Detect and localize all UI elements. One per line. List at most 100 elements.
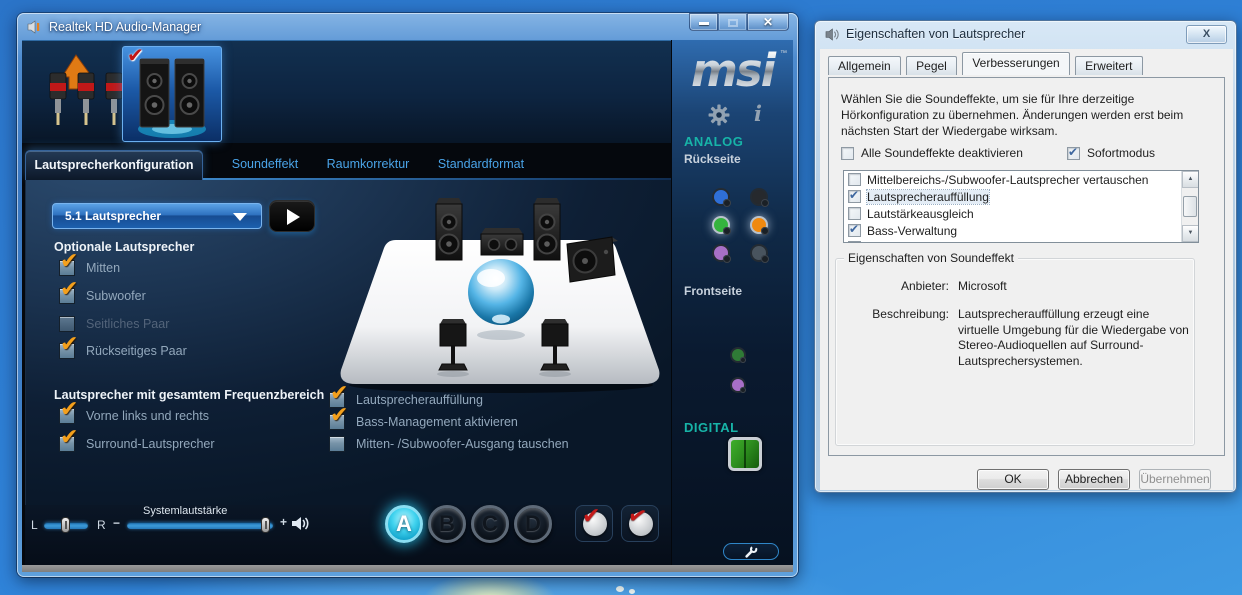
settings-wrench-button[interactable]: [723, 543, 779, 560]
apply-profile-button[interactable]: ✔: [575, 504, 613, 542]
tab-standardformat[interactable]: Standardformat: [427, 150, 535, 178]
checkbox-box: [329, 436, 345, 452]
checkbox-box: [59, 397, 78, 424]
front-panel-label: Frontseite: [684, 284, 743, 298]
scroll-down-button[interactable]: ▼: [1182, 225, 1198, 242]
checkbox-box: [848, 239, 861, 242]
checkbox-box: [59, 249, 78, 276]
maximize-button[interactable]: [718, 13, 747, 31]
volume-slider[interactable]: [127, 517, 273, 533]
checkbox-subwoofer[interactable]: Subwoofer: [59, 277, 146, 304]
checkbox-sub-ausgang-tauschen[interactable]: Mitten- /Subwoofer-Ausgang tauschen: [329, 436, 569, 452]
effects-listbox[interactable]: Mittelbereichs-/Subwoofer-Lautsprecher v…: [843, 170, 1199, 243]
msi-logo: msi: [672, 44, 793, 97]
subwoofer: [566, 236, 618, 283]
ok-button[interactable]: OK: [977, 469, 1049, 490]
back-panel-label: Rückseite: [684, 152, 741, 166]
checkbox-box: [329, 403, 348, 430]
jack-orange-center-sub[interactable]: [752, 218, 769, 235]
dialog-titlebar[interactable]: Eigenschaften von Lautsprecher: [825, 27, 1025, 41]
intro-text: Wählen Sie die Soundeffekte, um sie für …: [841, 92, 1184, 138]
enhancements-tab-page: Wählen Sie die Soundeffekte, um sie für …: [828, 77, 1225, 456]
checkbox-box: [841, 146, 854, 160]
checkbox-box: [848, 207, 861, 220]
jack-pink-mic-in[interactable]: [714, 246, 731, 263]
test-play-button[interactable]: [269, 200, 315, 232]
provider-label: Anbieter:: [900, 279, 949, 293]
checkbox-mitten[interactable]: Mitten: [59, 249, 120, 276]
edit-profile-button[interactable]: ✔: [621, 502, 659, 542]
optical-spdif-port[interactable]: [728, 437, 762, 471]
provider-value: Microsoft: [958, 279, 1007, 293]
rear-right-speaker: [533, 198, 561, 261]
close-button[interactable]: ✕: [747, 13, 789, 31]
dialog-close-button[interactable]: X: [1186, 25, 1227, 44]
list-item-vertauschen[interactable]: Mittelbereichs-/Subwoofer-Lautsprecher v…: [844, 171, 1198, 188]
profile-a-button[interactable]: A: [385, 505, 423, 543]
speaker-config-select[interactable]: 5.1 Lautsprecher: [52, 203, 262, 229]
wrench-icon: [745, 545, 758, 558]
red-check-icon: ✔: [582, 504, 601, 529]
checkbox-rueckseitiges-paar[interactable]: Rückseitiges Paar: [59, 332, 187, 359]
group-title: Eigenschaften von Soundeffekt: [844, 251, 1018, 265]
volume-slider-thumb[interactable]: [261, 517, 270, 533]
cancel-button[interactable]: Abbrechen: [1058, 469, 1130, 490]
maximize-icon: [728, 19, 738, 27]
tab-erweitert[interactable]: Erweitert: [1075, 56, 1143, 75]
device-bar: ✔: [22, 40, 671, 143]
disable-all-effects-checkbox[interactable]: Alle Soundeffekte deaktivieren: [841, 146, 1023, 160]
jack-blue-line-in[interactable]: [714, 190, 731, 207]
tab-verbesserungen[interactable]: Verbesserungen: [962, 52, 1070, 75]
front-jack-green[interactable]: [732, 349, 746, 363]
window-footer-strip: [22, 565, 793, 572]
minimize-button[interactable]: [689, 13, 718, 31]
profile-c-button[interactable]: C: [471, 505, 509, 543]
list-item-lautsprecherauffuellung[interactable]: Lautsprecherauffüllung: [844, 188, 1198, 205]
wallpaper-sparkle: [629, 589, 635, 594]
immediate-mode-checkbox[interactable]: Sofortmodus: [1067, 145, 1155, 160]
speaker-app-icon: [27, 19, 40, 34]
window-title: Realtek HD Audio-Manager: [49, 19, 202, 34]
list-item-bass-verwaltung[interactable]: Bass-Verwaltung: [844, 222, 1198, 239]
tab-lautsprecherkonfiguration[interactable]: Lautsprecherkonfiguration: [25, 150, 203, 180]
list-item-lautstaerkeausgleich[interactable]: Lautstärkeausgleich: [844, 205, 1198, 222]
checkbox-box: [848, 188, 861, 203]
tab-soundeffekt[interactable]: Soundeffekt: [218, 150, 312, 178]
jack-grey-side-out[interactable]: [752, 246, 769, 263]
checkbox-bass-management[interactable]: Bass-Management aktivieren: [329, 403, 518, 430]
gear-icon[interactable]: [708, 104, 730, 126]
checkbox-vorne-links-rechts[interactable]: Vorne links und rechts: [59, 397, 209, 424]
tab-allgemein[interactable]: Allgemein: [828, 56, 901, 75]
active-device-speakers[interactable]: ✔: [122, 43, 222, 142]
volume-plus[interactable]: +: [280, 515, 287, 529]
balance-slider[interactable]: [44, 517, 88, 533]
rca-connectors-icon[interactable]: [42, 51, 134, 137]
volume-minus[interactable]: −: [113, 516, 120, 530]
tab-raumkorrektur[interactable]: Raumkorrektur: [317, 150, 419, 178]
profile-b-button[interactable]: B: [428, 505, 466, 543]
close-icon: ✕: [762, 15, 774, 29]
realtek-window: Realtek HD Audio-Manager ✕ ✔ Lautspreche…: [17, 13, 798, 577]
list-item-partial[interactable]: [844, 239, 1198, 242]
realtek-titlebar[interactable]: Realtek HD Audio-Manager: [17, 13, 798, 40]
checkbox-seitliches-paar[interactable]: Seitliches Paar: [59, 316, 169, 332]
bottom-control-bar: L R − Systemlautstärke + A B C D ✔ ✔: [25, 502, 671, 565]
fullrange-heading: Lautsprecher mit gesamtem Frequenzbereic…: [54, 388, 325, 402]
speaker-config-panel: 5.1 Lautsprecher Optionale Lautsprecher …: [25, 180, 671, 505]
apply-button[interactable]: Übernehmen: [1139, 469, 1211, 490]
tab-pegel[interactable]: Pegel: [906, 56, 957, 75]
balance-slider-thumb[interactable]: [61, 517, 70, 533]
jack-green-front-out[interactable]: [714, 218, 731, 235]
window-controls: ✕: [689, 13, 789, 31]
scroll-up-button[interactable]: ▲: [1182, 171, 1198, 188]
info-icon[interactable]: i: [754, 101, 762, 126]
profile-d-button[interactable]: D: [514, 505, 552, 543]
speaker-layout-illustration: [340, 198, 660, 393]
volume-speaker-icon[interactable]: [292, 516, 310, 531]
checkbox-surround-lautsprecher[interactable]: Surround-Lautsprecher: [59, 425, 215, 452]
checkbox-box: [59, 277, 78, 304]
jack-black-rear-out[interactable]: [752, 190, 769, 207]
list-scrollbar[interactable]: ▲ ▼: [1181, 171, 1198, 242]
front-jack-pink[interactable]: [732, 379, 746, 393]
scroll-thumb[interactable]: [1183, 196, 1197, 217]
